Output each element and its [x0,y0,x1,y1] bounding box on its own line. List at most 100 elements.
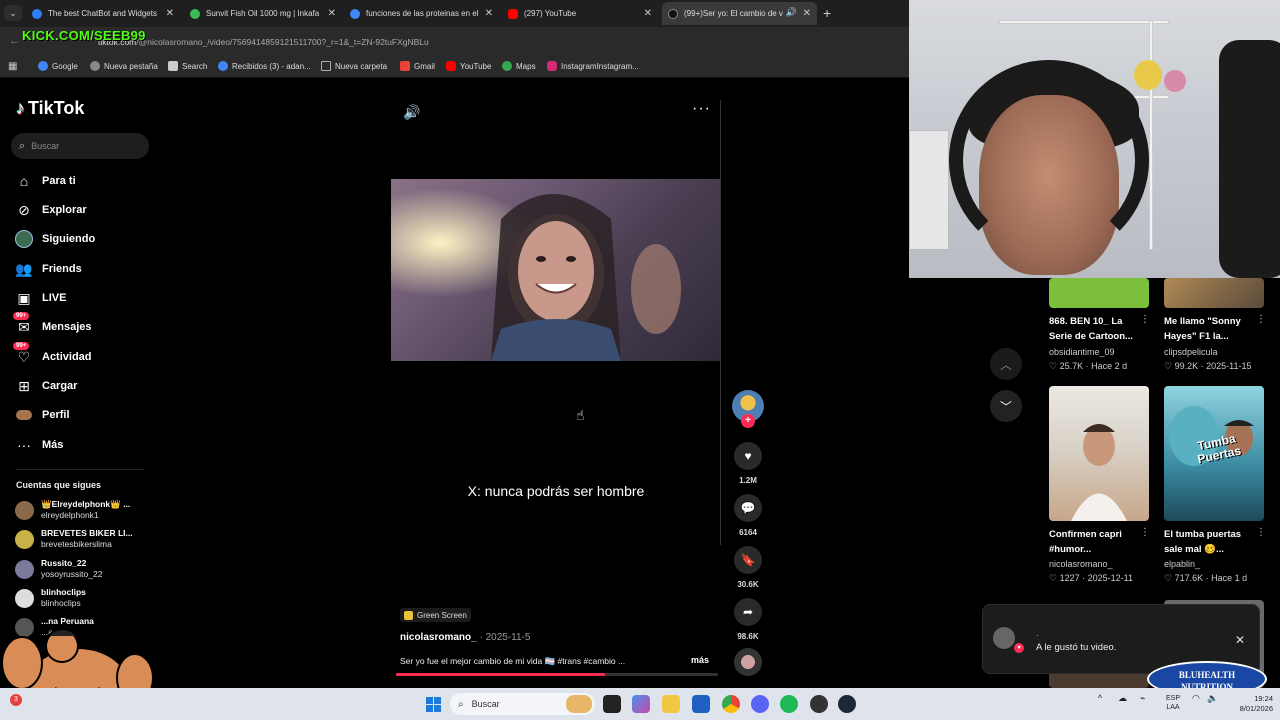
bookmark-item[interactable]: Google [38,61,78,71]
bluetooth-icon[interactable]: ⌁ [1140,694,1145,703]
more-vertical-icon[interactable]: ⋮ [1140,527,1150,538]
copilot-icon[interactable] [632,695,650,713]
nav-cargar[interactable]: ⊞ Cargar [15,375,77,397]
author-name[interactable]: nicolasromano_ [400,632,477,643]
nav-perfil[interactable]: Perfil [15,404,70,426]
recommendation-thumbnail[interactable] [1164,278,1264,308]
compass-icon: ⊘ [18,201,30,218]
speaker-icon[interactable]: 🔊 [786,7,797,18]
spotify-icon[interactable] [780,695,798,713]
browser-tab[interactable]: (297) YouTube ✕ [502,2,658,25]
chevron-up-icon[interactable]: ^ [1098,694,1102,703]
volume-icon[interactable]: 🔊 [403,104,420,121]
nav-friends[interactable]: 👥 Friends [15,258,81,280]
apps-grid-icon[interactable]: ▦ [8,61,17,72]
close-icon[interactable]: ✕ [328,8,336,19]
recommendation-user[interactable]: nicolasromano_ [1049,559,1113,569]
nav-mas[interactable]: ··· Más [15,434,63,456]
follow-plus-icon[interactable]: + [741,414,755,428]
tab-search-button[interactable]: ⌄ [4,5,22,21]
file-explorer-icon[interactable] [662,695,680,713]
bookmark-item[interactable]: Maps [502,61,536,71]
recommendation-title[interactable]: El tumba puertas sale mal 🥴... [1164,527,1252,557]
app-icon[interactable] [810,695,828,713]
bookmark-item[interactable]: Search [168,61,207,71]
video-green-screen-clip[interactable] [391,179,721,361]
browser-tab[interactable]: The best ChatBot and Widgets ✕ [26,2,180,25]
nav-mensajes[interactable]: ✉ 99+ Mensajes [13,312,92,338]
nav-para-ti[interactable]: ⌂ Para ti [15,170,76,192]
like-count: 99.2K [1174,361,1199,371]
followed-account[interactable]: BREVETES BIKER LI... brevetesbikerslima [15,528,133,550]
recommendation-user[interactable]: clipsdpelicula [1164,347,1218,357]
video-progress-bar[interactable] [396,673,718,676]
more-vertical-icon[interactable]: ⋮ [1140,314,1150,325]
nav-explorar[interactable]: ⊘ Explorar [15,199,87,221]
bookmark-item[interactable]: InstagramInstagram... [547,61,639,71]
music-disc-icon[interactable] [734,648,762,676]
effect-tag[interactable]: Green Screen [400,608,471,622]
close-icon[interactable]: ✕ [644,8,652,19]
more-link[interactable]: más [691,655,709,665]
nav-actividad[interactable]: ♡ 99+ Actividad [13,342,92,368]
notification-count-icon[interactable]: 3 [10,694,22,706]
nav-label: LIVE [42,292,67,304]
comment-button[interactable]: 💬 [734,494,762,522]
previous-video-button[interactable]: ︿ [990,348,1022,380]
save-button[interactable]: 🔖 [734,546,762,574]
steam-icon[interactable] [838,695,856,713]
recommendation-title[interactable]: Confirmen capri #humor... [1049,527,1137,557]
tiktok-logo[interactable]: ♪ TikTok [16,98,84,119]
recommendation-thumbnail[interactable]: Tumba Puertas [1164,386,1264,521]
recommendation-user[interactable]: elpablin_ [1164,559,1200,569]
task-view-icon[interactable] [603,695,621,713]
green-screen-icon [404,610,413,620]
back-arrow-icon[interactable]: ← [9,35,20,47]
close-icon[interactable]: ✕ [803,8,811,19]
recommendation-thumbnail[interactable] [1049,386,1149,521]
search-box[interactable]: ⌕ [11,133,149,159]
discord-icon[interactable] [751,695,769,713]
bookmark-item[interactable]: YouTube [446,61,491,71]
store-icon[interactable] [692,695,710,713]
followed-account[interactable]: blinhoclips blinhoclips [15,587,86,609]
tab-favicon-icon [190,8,200,19]
chrome-icon[interactable] [722,695,740,713]
url-field[interactable]: tiktok.com/@nicolasromano_/video/7569414… [98,37,429,47]
followed-account[interactable]: 👑Elreydelphonk👑 ... elreydelphonk1 [15,499,130,521]
more-vertical-icon[interactable]: ⋮ [1256,314,1266,325]
bookmark-item[interactable]: Nueva carpeta [321,61,387,71]
next-video-button[interactable]: ﹀ [990,390,1022,422]
recommendation-user[interactable]: obsidiantime_09 [1049,347,1115,357]
language-indicator[interactable]: ESP LAA [1161,694,1185,712]
share-button[interactable]: ➦ [734,598,762,626]
browser-tab[interactable]: funciones de las proteinas en el ✕ [344,2,499,25]
volume-icon[interactable]: 🔈 [1207,694,1218,703]
wifi-icon[interactable]: ◠ [1192,694,1200,703]
close-icon[interactable]: ✕ [166,8,174,19]
nav-live[interactable]: ▣ LIVE [15,287,66,309]
close-icon[interactable]: ✕ [485,8,493,19]
followed-account[interactable]: Russito_22 yosoyrussito_22 [15,558,102,580]
bookmark-item[interactable]: Gmail [400,61,435,71]
bookmark-item[interactable]: Nueva pestaña [90,61,158,71]
browser-tab[interactable]: Sunvit Fish Oil 1000 mg | Inkafa ✕ [184,2,342,25]
search-input[interactable] [31,141,132,151]
recommendation-title[interactable]: 868. BEN 10_ La Serie de Cartoon... [1049,314,1137,344]
recommendation-meta: ♡ 717.6K · Hace 1 d [1164,573,1248,583]
recommendation-title[interactable]: Me llamo "Sonny Hayes" F1 la... [1164,314,1252,344]
new-tab-button[interactable]: + [823,5,831,21]
network-icon[interactable]: ☁ [1118,694,1127,703]
bookmark-label: Nueva pestaña [104,61,158,71]
browser-tab-active[interactable]: (99+)Ser yo: El cambio de v 🔊 ✕ [662,2,817,25]
more-options-icon[interactable]: ··· [692,100,711,118]
bookmark-item[interactable]: Recibidos (3) - adan... [218,61,311,71]
widget-icon[interactable] [566,695,592,713]
clock[interactable]: 19:24 8/01/2026 [1227,694,1273,714]
recommendation-thumbnail[interactable] [1049,278,1149,308]
windows-start-icon[interactable] [426,697,441,712]
close-icon[interactable]: ✕ [1235,633,1245,647]
nav-siguiendo[interactable]: Siguiendo [15,228,95,250]
like-button[interactable]: ♥ [734,442,762,470]
more-vertical-icon[interactable]: ⋮ [1256,527,1266,538]
